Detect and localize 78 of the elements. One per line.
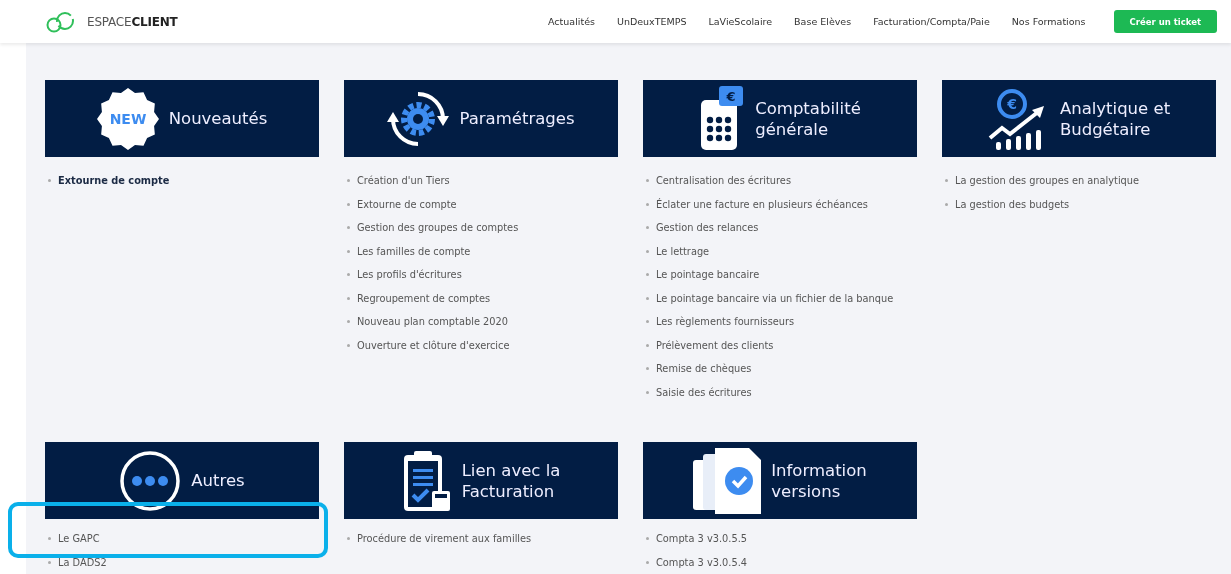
bullet-icon <box>48 560 51 564</box>
new-badge-icon: NEW <box>96 87 159 150</box>
bullet-icon <box>646 343 649 347</box>
bullet-icon <box>646 367 649 371</box>
article-link[interactable]: Centralisation des écritures <box>656 175 791 187</box>
article-link[interactable]: Extourne de compte <box>58 175 170 187</box>
article-link[interactable]: Compta 3 v3.0.5.4 <box>656 556 747 568</box>
documents-icon <box>693 447 762 514</box>
category-banner[interactable]: € Comptabilité générale <box>643 80 917 157</box>
bullet-icon <box>347 249 350 253</box>
article-link[interactable]: Éclater une facture en plusieurs échéances <box>656 198 868 210</box>
nav-link[interactable]: Facturation/Compta/Paie <box>873 16 990 27</box>
article-link[interactable]: Remise de chèques <box>656 363 752 375</box>
nav-link[interactable]: Actualités <box>548 16 595 27</box>
logo-icon <box>45 10 75 33</box>
nav-link[interactable]: LaVieScolaire <box>708 16 773 27</box>
category-title: Comptabilité générale <box>755 97 861 140</box>
article-link[interactable]: Nouveau plan comptable 2020 <box>357 316 508 328</box>
category-banner[interactable]: Paramétrages <box>344 80 618 157</box>
bullet-icon <box>945 179 948 183</box>
category-title: Information versions <box>771 459 867 502</box>
ellipsis-icon <box>119 449 182 512</box>
bullet-icon <box>945 202 948 206</box>
nav-link[interactable]: Nos Formations <box>1011 16 1086 27</box>
article-link[interactable]: Le GAPC <box>58 533 100 545</box>
article-link[interactable]: Regroupement de comptes <box>357 292 491 304</box>
article-link[interactable]: Les familles de compte <box>357 245 471 257</box>
category-banner[interactable]: NEW Nouveautés <box>45 80 319 157</box>
bullet-icon <box>347 273 350 277</box>
category-title: Paramétrages <box>459 108 575 129</box>
nav-link[interactable]: Base Elèves <box>794 16 852 27</box>
bullet-icon <box>646 537 649 541</box>
bullet-icon <box>347 179 350 183</box>
category-title: Autres <box>191 470 245 491</box>
article-link[interactable]: Le pointage bancaire <box>656 269 760 281</box>
bullet-icon <box>48 537 51 541</box>
bullet-icon <box>646 249 649 253</box>
bullet-icon <box>646 560 649 564</box>
clipboard-icon <box>401 448 452 513</box>
bullet-icon <box>347 226 350 230</box>
article-link[interactable]: Les règlements fournisseurs <box>656 316 795 328</box>
bullet-icon <box>48 179 51 183</box>
article-link[interactable]: Création d'un Tiers <box>357 175 450 187</box>
article-link[interactable]: Prélèvement des clients <box>656 339 774 351</box>
article-link[interactable]: Saisie des écritures <box>656 386 752 398</box>
bullet-icon <box>347 202 350 206</box>
bullet-icon <box>646 296 649 300</box>
article-link[interactable]: La DADS2 <box>58 556 107 568</box>
category-banner[interactable]: Autres <box>45 442 319 519</box>
bullet-icon <box>347 537 350 541</box>
article-link[interactable]: Le lettrage <box>656 245 710 257</box>
category-banner[interactable]: € Analytique et Budgétaire <box>942 80 1216 157</box>
article-link[interactable]: La gestion des budgets <box>955 198 1070 210</box>
article-link[interactable]: Extourne de compte <box>357 198 457 210</box>
category-banner[interactable]: Information versions <box>643 442 917 519</box>
article-link[interactable]: Procédure de virement aux familles <box>357 533 532 545</box>
bullet-icon <box>646 179 649 183</box>
article-link[interactable]: Gestion des groupes de comptes <box>357 222 519 234</box>
article-link[interactable]: Le pointage bancaire via un fichier de la banque <box>656 292 894 304</box>
article-link[interactable]: Ouverture et clôture d'exercice <box>357 339 510 351</box>
bullet-icon <box>646 226 649 230</box>
bullet-icon <box>347 296 350 300</box>
bullet-icon <box>347 320 350 324</box>
bullet-icon <box>646 390 649 394</box>
category-title: Analytique et Budgétaire <box>1059 97 1171 140</box>
bullet-icon <box>646 202 649 206</box>
logo-text: ESPACECLIENT <box>87 14 178 29</box>
article-link[interactable]: Les profils d'écritures <box>357 269 462 281</box>
bullet-icon <box>646 320 649 324</box>
article-link[interactable]: La gestion des groupes en analytique <box>955 175 1140 187</box>
category-banner[interactable]: Lien avec la Facturation <box>344 442 618 519</box>
category-title: Lien avec la Facturation <box>461 459 561 502</box>
article-link[interactable]: Compta 3 v3.0.5.5 <box>656 533 747 545</box>
bullet-icon <box>347 343 350 347</box>
nav-link[interactable]: UnDeuxTEMPS <box>616 16 687 27</box>
article-link[interactable]: Gestion des relances <box>656 222 759 234</box>
category-title: Nouveautés <box>168 108 268 129</box>
bullet-icon <box>646 273 649 277</box>
